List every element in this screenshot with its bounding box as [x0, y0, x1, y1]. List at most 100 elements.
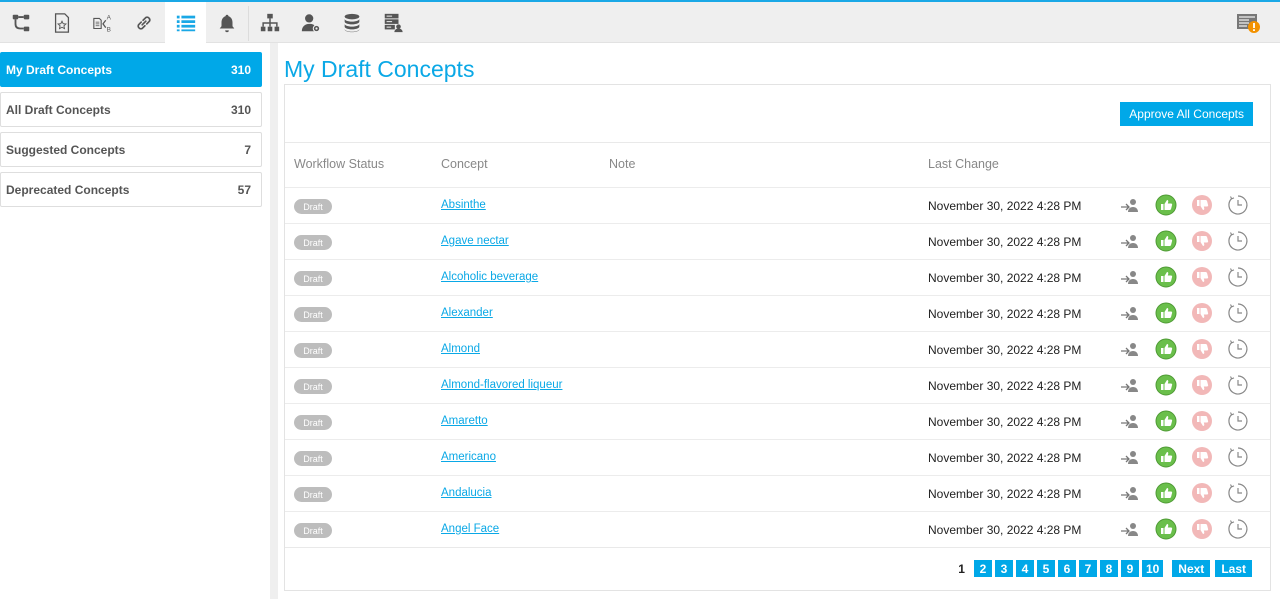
reject-button[interactable] — [1191, 266, 1213, 288]
sidebar-item-suggested-concepts[interactable]: Suggested Concepts 7 — [0, 132, 262, 167]
table-row: Draft Absinthe November 30, 2022 4:28 PM — [285, 187, 1270, 223]
history-button[interactable] — [1227, 518, 1249, 540]
assign-user-button[interactable] — [1118, 302, 1140, 324]
approve-button[interactable] — [1155, 482, 1177, 504]
toolbar-button-database[interactable] — [331, 2, 372, 43]
toolbar-button-user-settings[interactable] — [290, 2, 331, 43]
reject-button[interactable] — [1191, 518, 1213, 540]
toolbar-button-log-warning[interactable] — [1227, 2, 1268, 43]
concept-link[interactable]: Andalucia — [441, 487, 492, 499]
toolbar-button-server[interactable] — [372, 2, 413, 43]
approve-thumbs-up-icon — [1155, 518, 1177, 540]
pagination-page-10[interactable]: 10 — [1141, 560, 1164, 577]
approve-button[interactable] — [1155, 194, 1177, 216]
toolbar-button-notifications[interactable] — [206, 2, 247, 43]
workflow-status-badge: Draft — [294, 487, 332, 502]
reject-thumbs-down-icon — [1192, 411, 1212, 431]
toolbar-button-structure[interactable] — [249, 2, 290, 43]
pagination-page-3[interactable]: 3 — [994, 560, 1013, 577]
toolbar-button-translation[interactable]: AB — [82, 2, 123, 43]
history-button[interactable] — [1227, 266, 1249, 288]
pagination-page-7[interactable]: 7 — [1078, 560, 1097, 577]
sidebar-item-all-draft-concepts[interactable]: All Draft Concepts 310 — [0, 92, 262, 127]
pagination-page-2[interactable]: 2 — [973, 560, 992, 577]
approve-button[interactable] — [1155, 302, 1177, 324]
concept-link[interactable]: Alcoholic beverage — [441, 271, 538, 283]
approve-button[interactable] — [1155, 446, 1177, 468]
sidebar-item-deprecated-concepts[interactable]: Deprecated Concepts 57 — [0, 172, 262, 207]
pagination-page-6[interactable]: 6 — [1057, 560, 1076, 577]
last-change-date: November 30, 2022 4:28 PM — [928, 271, 1082, 285]
divider — [285, 142, 1270, 143]
history-clock-icon — [1228, 375, 1248, 395]
assign-user-button[interactable] — [1118, 374, 1140, 396]
approve-all-concepts-button[interactable]: Approve All Concepts — [1120, 102, 1253, 126]
reject-button[interactable] — [1191, 446, 1213, 468]
assign-user-button[interactable] — [1118, 410, 1140, 432]
history-button[interactable] — [1227, 194, 1249, 216]
approve-button[interactable] — [1155, 230, 1177, 252]
reject-button[interactable] — [1191, 374, 1213, 396]
sidebar-item-count: 310 — [230, 62, 251, 77]
concept-link[interactable]: Almond — [441, 343, 480, 355]
assign-user-button[interactable] — [1118, 338, 1140, 360]
concept-link[interactable]: Absinthe — [441, 199, 486, 211]
link-icon — [136, 15, 151, 30]
list-icon — [176, 15, 195, 31]
concept-link[interactable]: Americano — [441, 451, 496, 463]
pagination-page-9[interactable]: 9 — [1120, 560, 1139, 577]
panel-splitter[interactable] — [270, 43, 278, 599]
org-chart-icon — [260, 13, 279, 31]
reject-button[interactable] — [1191, 338, 1213, 360]
reject-button[interactable] — [1191, 230, 1213, 252]
last-change-date: November 30, 2022 4:28 PM — [928, 487, 1082, 501]
assign-user-icon — [1121, 487, 1138, 500]
approve-thumbs-up-icon — [1155, 374, 1177, 396]
last-change-date: November 30, 2022 4:28 PM — [928, 451, 1082, 465]
toolbar-button-favorites[interactable] — [41, 2, 82, 43]
pagination-page-4[interactable]: 4 — [1015, 560, 1034, 577]
concept-link[interactable]: Almond-flavored liqueur — [441, 379, 562, 391]
history-button[interactable] — [1227, 410, 1249, 432]
history-button[interactable] — [1227, 230, 1249, 252]
reject-thumbs-down-icon — [1192, 519, 1212, 539]
pagination-page-8[interactable]: 8 — [1099, 560, 1118, 577]
reject-button[interactable] — [1191, 302, 1213, 324]
concept-link[interactable]: Alexander — [441, 307, 493, 319]
pagination-page-5[interactable]: 5 — [1036, 560, 1055, 577]
concept-link[interactable]: Agave nectar — [441, 235, 509, 247]
sidebar-item-my-draft-concepts[interactable]: My Draft Concepts 310 — [0, 52, 262, 87]
assign-user-button[interactable] — [1118, 482, 1140, 504]
approve-button[interactable] — [1155, 410, 1177, 432]
reject-button[interactable] — [1191, 194, 1213, 216]
approve-button[interactable] — [1155, 266, 1177, 288]
approve-button[interactable] — [1155, 518, 1177, 540]
assign-user-button[interactable] — [1118, 266, 1140, 288]
assign-user-icon — [1121, 307, 1138, 320]
history-button[interactable] — [1227, 374, 1249, 396]
toolbar-button-lists[interactable] — [165, 2, 206, 43]
assign-user-button[interactable] — [1118, 446, 1140, 468]
pagination-current-page: 1 — [958, 561, 965, 576]
concept-link[interactable]: Amaretto — [441, 415, 488, 427]
workflow-status-badge: Draft — [294, 199, 332, 214]
reject-button[interactable] — [1191, 482, 1213, 504]
history-button[interactable] — [1227, 302, 1249, 324]
history-clock-icon — [1228, 195, 1248, 215]
last-change-date: November 30, 2022 4:28 PM — [928, 307, 1082, 321]
approve-button[interactable] — [1155, 338, 1177, 360]
history-button[interactable] — [1227, 446, 1249, 468]
approve-button[interactable] — [1155, 374, 1177, 396]
sidebar-item-label: My Draft Concepts — [6, 62, 113, 77]
concept-link[interactable]: Angel Face — [441, 523, 499, 535]
assign-user-button[interactable] — [1118, 194, 1140, 216]
pagination-last-button[interactable]: Last — [1215, 560, 1252, 577]
assign-user-button[interactable] — [1118, 230, 1140, 252]
reject-button[interactable] — [1191, 410, 1213, 432]
pagination-next-button[interactable]: Next — [1172, 560, 1211, 577]
toolbar-button-taxonomy[interactable] — [0, 2, 41, 43]
toolbar-button-links[interactable] — [123, 2, 164, 43]
assign-user-button[interactable] — [1118, 518, 1140, 540]
history-button[interactable] — [1227, 482, 1249, 504]
history-button[interactable] — [1227, 338, 1249, 360]
